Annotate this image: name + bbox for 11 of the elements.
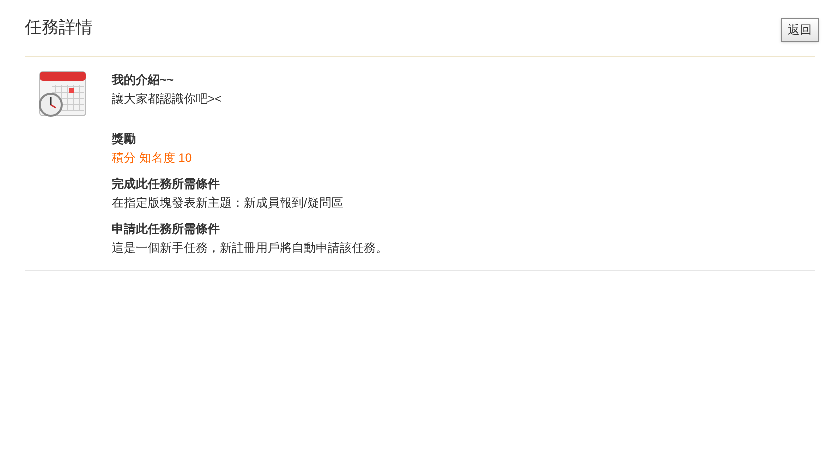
section-heading: 完成此任務所需條件 xyxy=(112,176,221,193)
task-name: 我的介紹~~ xyxy=(112,72,176,89)
section-heading: 獎勵 xyxy=(112,131,137,148)
calendar-clock-icon xyxy=(38,71,88,119)
section-heading: 申請此任務所需條件 xyxy=(112,221,221,238)
reward-text: 積分 知名度 10 xyxy=(112,150,194,167)
task-description: 讓大家都認識你吧>< xyxy=(112,91,224,108)
back-button[interactable]: 返回 xyxy=(781,18,819,42)
section-text: 這是一個新手任務，新註冊用戶將自動申請該任務。 xyxy=(112,240,388,257)
page-title: 任務詳情 xyxy=(25,17,93,40)
section-text: 在指定版塊發表新主題：新成員報到/疑問區 xyxy=(112,195,344,212)
